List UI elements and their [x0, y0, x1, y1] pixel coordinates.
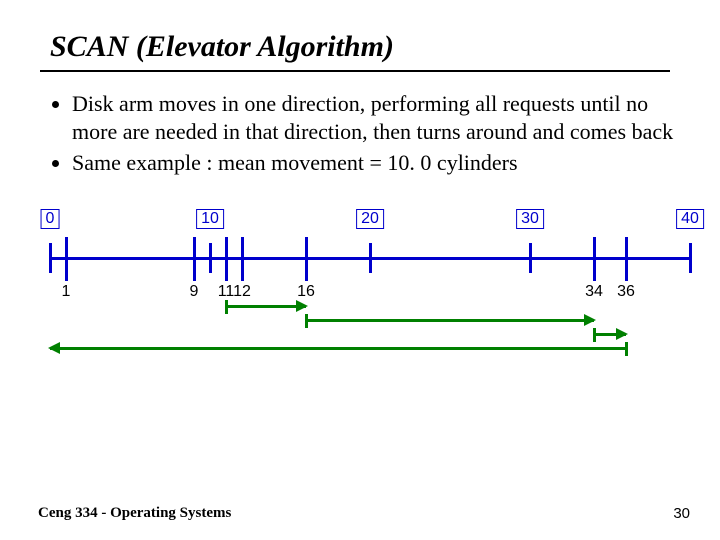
minor-tick [225, 237, 228, 281]
major-tick-label: 20 [356, 209, 384, 229]
major-tick [49, 243, 52, 273]
arrow-start-cap [625, 342, 628, 356]
minor-tick [625, 237, 628, 281]
minor-tick [593, 237, 596, 281]
bullet-1: Disk arm moves in one direction, perform… [72, 90, 680, 145]
bullet-list: Disk arm moves in one direction, perform… [50, 90, 680, 177]
arrow-start-cap [305, 314, 308, 328]
page-number: 30 [673, 505, 690, 522]
scan-diagram: 010203040191112163436 [40, 205, 680, 375]
major-tick [689, 243, 692, 273]
movement-arrow [594, 333, 626, 336]
major-tick [209, 243, 212, 273]
minor-tick [241, 237, 244, 281]
major-tick-label: 40 [676, 209, 704, 229]
minor-tick [193, 237, 196, 281]
major-tick [369, 243, 372, 273]
title-underline [40, 70, 670, 72]
movement-arrow [50, 347, 626, 350]
major-tick-label: 0 [41, 209, 60, 229]
movement-arrow [226, 305, 306, 308]
minor-tick-label: 11 [218, 283, 235, 301]
major-tick-label: 30 [516, 209, 544, 229]
minor-tick-label: 9 [190, 283, 199, 301]
major-tick [529, 243, 532, 273]
minor-tick-label: 1 [62, 283, 71, 301]
minor-tick-label: 36 [617, 283, 635, 301]
minor-tick [65, 237, 68, 281]
minor-tick-label: 16 [297, 283, 315, 301]
movement-arrow [306, 319, 594, 322]
arrow-start-cap [593, 328, 596, 342]
bullet-2: Same example : mean movement = 10. 0 cyl… [72, 149, 680, 177]
minor-tick [305, 237, 308, 281]
footer-text: Ceng 334 - Operating Systems [38, 505, 231, 522]
minor-tick-label: 34 [585, 283, 603, 301]
minor-tick-label: 12 [233, 283, 251, 301]
arrow-start-cap [225, 300, 228, 314]
major-tick-label: 10 [196, 209, 224, 229]
page-title: SCAN (Elevator Algorithm) [50, 30, 680, 64]
